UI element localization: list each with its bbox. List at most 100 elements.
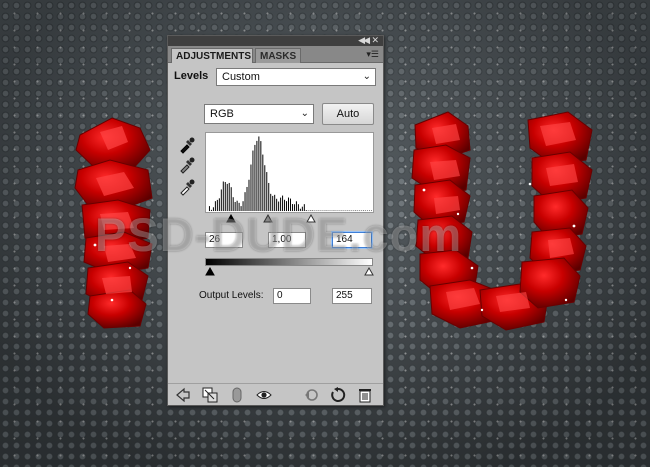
histogram-bar xyxy=(234,201,236,212)
histogram-bar xyxy=(258,136,260,212)
panel-titlebar: ◀◀ ✕ xyxy=(168,35,383,46)
histogram-bar xyxy=(325,210,327,212)
mask-icon[interactable] xyxy=(229,387,245,403)
black-output-field[interactable]: 0 xyxy=(273,288,311,304)
histogram-bar xyxy=(250,164,252,212)
panel-bottom-bar xyxy=(168,383,383,405)
histogram-bar xyxy=(347,210,349,212)
reset-icon[interactable] xyxy=(330,387,346,403)
histogram-bar xyxy=(309,210,311,212)
tab-adjustments[interactable]: ADJUSTMENTS xyxy=(171,48,253,63)
histogram-bar xyxy=(266,172,268,212)
visibility-eye-icon[interactable] xyxy=(256,387,272,403)
histogram-bar xyxy=(333,210,335,212)
white-output-field[interactable]: 255 xyxy=(332,288,372,304)
channel-select[interactable]: RGB ⌄ xyxy=(204,104,314,124)
channel-value: RGB xyxy=(210,108,234,120)
histogram-bar xyxy=(293,204,295,212)
histogram-bar xyxy=(208,206,210,212)
histogram-bar xyxy=(288,197,290,212)
histogram-bar xyxy=(272,195,274,212)
histogram-bar xyxy=(216,199,218,212)
histogram-bar xyxy=(252,150,254,212)
histogram-bar xyxy=(220,189,222,212)
histogram-bar xyxy=(248,179,250,212)
histogram-bar xyxy=(276,198,278,212)
gray-input-handle xyxy=(263,214,273,223)
input-levels-slider[interactable] xyxy=(205,214,374,224)
adjustments-panel: ◀◀ ✕ ADJUSTMENTS MASKS ▾☰ Levels Custom … xyxy=(167,35,384,406)
histogram-bar xyxy=(224,182,226,212)
histogram-bar xyxy=(262,154,264,212)
white-input-field[interactable]: 164 xyxy=(332,232,372,248)
histogram-bar xyxy=(282,195,284,212)
histogram-bar xyxy=(212,207,214,212)
previous-state-icon[interactable] xyxy=(303,387,319,403)
panel-tabbar: ADJUSTMENTS MASKS ▾☰ xyxy=(168,46,383,63)
histogram-bar xyxy=(280,197,282,212)
histogram-bar xyxy=(222,181,224,212)
white-output-handle xyxy=(364,267,374,276)
histogram-bar xyxy=(284,199,286,212)
histogram-bar xyxy=(270,193,272,212)
histogram-bar xyxy=(303,204,305,212)
histogram-bar xyxy=(232,197,234,212)
black-output-handle xyxy=(205,267,215,276)
histogram-bar xyxy=(299,208,301,212)
collapse-icon[interactable]: ◀◀ xyxy=(358,35,370,45)
histogram-bar xyxy=(274,194,276,212)
histogram-bar xyxy=(230,187,232,212)
chevron-down-icon: ⌄ xyxy=(300,108,309,119)
histogram-bar xyxy=(226,183,228,212)
histogram-bar xyxy=(291,204,293,212)
white-point-eyedropper-icon[interactable] xyxy=(178,178,196,196)
white-input-handle xyxy=(306,214,316,223)
histogram-bar xyxy=(301,206,303,212)
histogram xyxy=(205,132,374,213)
clip-to-layer-icon[interactable] xyxy=(202,387,218,403)
histogram-bar xyxy=(305,210,307,212)
histogram-bar xyxy=(268,182,270,212)
output-gradient xyxy=(205,258,373,266)
histogram-bar xyxy=(371,210,373,212)
histogram-bar xyxy=(260,141,262,212)
chevron-down-icon: ⌄ xyxy=(362,71,371,82)
histogram-bar xyxy=(363,210,365,212)
black-input-handle xyxy=(226,214,236,223)
histogram-bar xyxy=(264,165,266,212)
trash-icon[interactable] xyxy=(357,387,373,403)
back-arrow-icon[interactable] xyxy=(175,387,191,403)
histogram-bar xyxy=(236,200,238,212)
histogram-bar xyxy=(311,210,313,212)
histogram-bar xyxy=(240,206,242,212)
tab-masks[interactable]: MASKS xyxy=(255,48,301,63)
histogram-bar xyxy=(341,210,343,212)
histogram-bar xyxy=(286,201,288,212)
close-icon[interactable]: ✕ xyxy=(371,35,379,45)
histogram-bar xyxy=(317,210,319,212)
levels-label: Levels xyxy=(174,70,209,82)
histogram-bar xyxy=(214,201,216,212)
histogram-bar xyxy=(246,186,248,212)
histogram-bar xyxy=(242,201,244,212)
black-point-eyedropper-icon[interactable] xyxy=(178,136,196,154)
histogram-bar xyxy=(256,140,258,212)
histogram-bar xyxy=(355,210,357,212)
black-input-field[interactable]: 26 xyxy=(205,232,243,248)
preset-value: Custom xyxy=(222,71,260,83)
histogram-bar xyxy=(297,204,299,212)
histogram-bar xyxy=(210,209,212,212)
panel-menu-icon[interactable]: ▾☰ xyxy=(366,49,379,59)
histogram-bar xyxy=(238,202,240,212)
output-levels-slider[interactable] xyxy=(205,267,374,277)
gamma-input-field[interactable]: 1,00 xyxy=(268,232,306,248)
histogram-bar xyxy=(244,192,246,212)
auto-button[interactable]: Auto xyxy=(322,103,374,125)
histogram-bar xyxy=(254,144,256,212)
histogram-bar xyxy=(295,201,297,212)
output-levels-label: Output Levels: xyxy=(199,290,264,301)
histogram-bar xyxy=(278,201,280,212)
gray-point-eyedropper-icon[interactable] xyxy=(178,156,196,174)
histogram-bar xyxy=(289,198,291,212)
preset-select[interactable]: Custom ⌄ xyxy=(216,68,376,86)
